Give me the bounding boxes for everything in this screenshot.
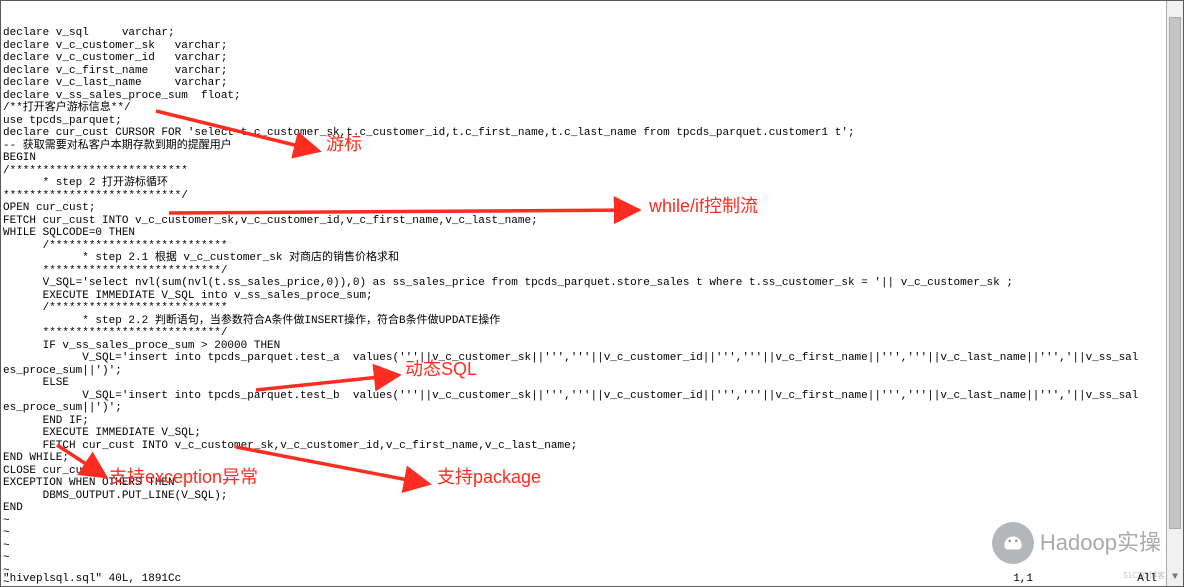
code-line: FETCH cur_cust INTO v_c_customer_sk,v_c_…	[3, 440, 1181, 453]
code-line: /***************************	[3, 165, 1181, 178]
code-line: /***************************	[3, 240, 1181, 253]
code-line: ELSE	[3, 377, 1181, 390]
code-line: declare v_c_last_name varchar;	[3, 77, 1181, 90]
code-line: declare v_c_customer_sk varchar;	[3, 40, 1181, 53]
code-line: ***************************/	[3, 190, 1181, 203]
code-line: ~	[3, 540, 1181, 553]
code-line: ~	[3, 515, 1181, 528]
code-line: declare v_c_first_name varchar;	[3, 65, 1181, 78]
code-line: EXECUTE IMMEDIATE V_SQL into v_ss_sales_…	[3, 290, 1181, 303]
scroll-down-button[interactable]: ▼	[1167, 570, 1183, 586]
code-line: -- 获取需要对私客户本期存款到期的提醒用户	[3, 140, 1181, 153]
status-pos: 1,1	[1013, 573, 1033, 586]
code-line: es_proce_sum||')';	[3, 365, 1181, 378]
code-line: ~	[3, 527, 1181, 540]
code-line: EXECUTE IMMEDIATE V_SQL;	[3, 427, 1181, 440]
code-line: declare v_ss_sales_proce_sum float;	[3, 90, 1181, 103]
code-line: EXCEPTION WHEN OTHERS THEN	[3, 477, 1181, 490]
code-line: ***************************/	[3, 327, 1181, 340]
code-line: IF v_ss_sales_proce_sum > 20000 THEN	[3, 340, 1181, 353]
vertical-scrollbar[interactable]: ▲ ▼	[1166, 1, 1183, 586]
code-line: V_SQL='insert into tpcds_parquet.test_a …	[3, 352, 1181, 365]
code-line: * step 2.1 根据 v_c_customer_sk 对商店的销售价格求和	[3, 252, 1181, 265]
code-line: /**打开客户游标信息**/	[3, 102, 1181, 115]
code-line: DBMS_OUTPUT.PUT_LINE(V_SQL);	[3, 490, 1181, 503]
tiny-watermark: 51CTO博客	[1123, 570, 1165, 583]
code-line: declare v_c_customer_id varchar;	[3, 52, 1181, 65]
code-line: declare cur_cust CURSOR FOR 'select t.c_…	[3, 127, 1181, 140]
code-line: END WHILE;	[3, 452, 1181, 465]
code-line: ***************************/	[3, 265, 1181, 278]
code-line: END IF;	[3, 415, 1181, 428]
terminal-viewport[interactable]: declare v_sql varchar;declare v_c_custom…	[0, 0, 1184, 587]
code-line: FETCH cur_cust INTO v_c_customer_sk,v_c_…	[3, 215, 1181, 228]
code-line: V_SQL='insert into tpcds_parquet.test_b …	[3, 390, 1181, 403]
code-line: OPEN cur_cust;	[3, 202, 1181, 215]
code-block: declare v_sql varchar;declare v_c_custom…	[3, 27, 1181, 587]
code-line: ~	[3, 552, 1181, 565]
code-line: WHILE SQLCODE=0 THEN	[3, 227, 1181, 240]
code-line: V_SQL='select nvl(sum(nvl(t.ss_sales_pri…	[3, 277, 1181, 290]
code-line: declare v_sql varchar;	[3, 27, 1181, 40]
code-line: BEGIN	[3, 152, 1181, 165]
vim-status-line: "hiveplsql.sql" 40L, 1891Cc 1,1 All	[3, 573, 1163, 586]
code-line: * step 2.2 判断语句，当参数符合A条件做INSERT操作，符合B条件做…	[3, 315, 1181, 328]
code-line: es_proce_sum||')';	[3, 402, 1181, 415]
code-line: END	[3, 502, 1181, 515]
status-file: "hiveplsql.sql" 40L, 1891Cc	[3, 573, 181, 586]
code-line: CLOSE cur_cust;	[3, 465, 1181, 478]
code-line: use tpcds_parquet;	[3, 115, 1181, 128]
code-line: * step 2 打开游标循环	[3, 177, 1181, 190]
scroll-thumb[interactable]	[1169, 17, 1181, 529]
code-line: /***************************	[3, 302, 1181, 315]
